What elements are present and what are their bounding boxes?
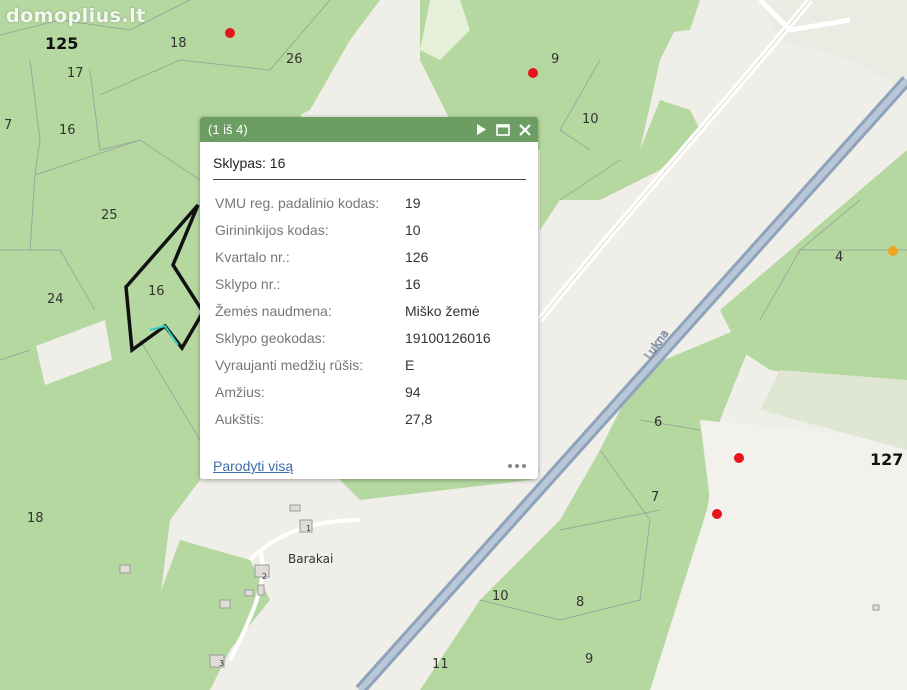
close-icon[interactable] [516, 121, 534, 139]
popup-title: Sklypas: 16 [213, 155, 526, 180]
attribute-key: Vyraujanti medžių rūšis: [215, 356, 364, 373]
attribute-row: Sklypo geokodas: 19100126016 [215, 324, 538, 351]
attribute-value: 16 [405, 275, 421, 292]
attribute-row: Vyraujanti medžių rūšis: E [215, 351, 538, 378]
attribute-key: Girininkijos kodas: [215, 221, 329, 238]
popup-header: (1 iš 4) [200, 117, 538, 142]
parcel-label: 10 [492, 589, 509, 604]
parcel-label: 11 [432, 657, 449, 672]
popup-counter: (1 iš 4) [208, 122, 248, 137]
building-number: 1 [306, 524, 311, 533]
parcel-label: 17 [67, 66, 84, 81]
attribute-value: 19 [405, 194, 421, 211]
marker-red [734, 453, 744, 463]
attribute-row: Girininkijos kodas: 10 [215, 216, 538, 243]
parcel-label: 16 [148, 284, 165, 299]
parcel-label: 10 [582, 112, 599, 127]
show-all-link[interactable]: Parodyti visą [213, 458, 508, 474]
parcel-label: 18 [170, 36, 187, 51]
parcel-label: 7 [4, 118, 12, 133]
attribute-value: E [405, 356, 415, 373]
parcel-label: 7 [651, 490, 659, 505]
parcel-label: 9 [551, 52, 559, 67]
attribute-value: 126 [405, 248, 429, 265]
parcel-label: 25 [101, 208, 118, 223]
building-number: 2 [262, 572, 267, 581]
parcel-label: 26 [286, 52, 303, 67]
parcel-popup: (1 iš 4) Sklypas: 16 VMU reg. padalinio … [200, 117, 538, 479]
marker-red [712, 509, 722, 519]
parcel-label: 9 [585, 652, 593, 667]
marker-red [528, 68, 538, 78]
parcel-label: 18 [27, 511, 44, 526]
attribute-value: 19100126016 [405, 329, 491, 346]
parcel-label: 24 [47, 292, 64, 307]
attribute-row: Sklypo nr.: 16 [215, 270, 538, 297]
marker-red [225, 28, 235, 38]
building-number: 3 [219, 659, 224, 668]
attribute-row: Žemės naudmena: Miško žemė [215, 297, 538, 324]
maximize-icon[interactable] [494, 121, 512, 139]
attribute-key: Sklypo geokodas: [215, 329, 326, 346]
attribute-value: 94 [405, 383, 421, 400]
block-label: 127 [870, 450, 903, 469]
parcel-label: 4 [835, 250, 843, 265]
attribute-value: Miško žemė [405, 302, 480, 319]
marker-orange [888, 246, 898, 256]
parcel-label: 8 [576, 595, 584, 610]
attribute-row: Amžius: 94 [215, 378, 538, 405]
attribute-value: 10 [405, 221, 421, 238]
popup-footer: Parodyti visą [213, 458, 526, 474]
attribute-list: VMU reg. padalinio kodas: 19 Girininkijos… [215, 189, 538, 432]
attribute-key: Sklypo nr.: [215, 275, 281, 292]
block-label: 125 [45, 34, 78, 53]
attribute-key: VMU reg. padalinio kodas: [215, 194, 380, 211]
attribute-key: Žemės naudmena: [215, 302, 332, 319]
parcel-label: 16 [59, 123, 76, 138]
attribute-value: 27,8 [405, 410, 433, 427]
attribute-key: Amžius: [215, 383, 265, 400]
attribute-row: Aukštis: 27,8 [215, 405, 538, 432]
attribute-row: VMU reg. padalinio kodas: 19 [215, 189, 538, 216]
parcel-label: 6 [654, 415, 662, 430]
attribute-key: Kvartalo nr.: [215, 248, 290, 265]
attribute-key: Aukštis: [215, 410, 265, 427]
attribute-row: Kvartalo nr.: 126 [215, 243, 538, 270]
watermark-logo: domoplius.lt [6, 5, 146, 27]
play-icon[interactable] [472, 121, 490, 139]
more-dots-icon[interactable] [508, 460, 526, 472]
place-label: Barakai [288, 552, 333, 566]
